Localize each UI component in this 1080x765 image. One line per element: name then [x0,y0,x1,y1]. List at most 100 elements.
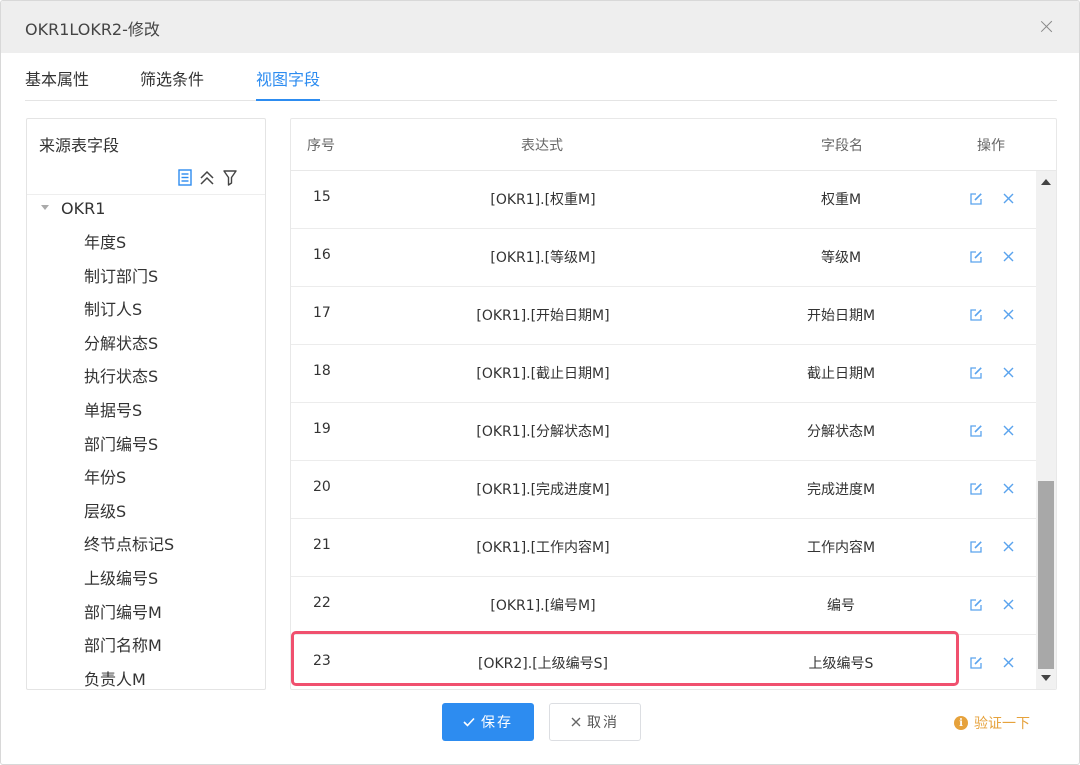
edit-icon[interactable] [969,656,983,670]
table-row[interactable]: 15 [OKR1].[权重M] 权重M [291,171,1036,229]
collapse-all-icon[interactable] [199,169,217,187]
cell-no: 21 [313,537,331,553]
tree-item[interactable]: 制订人S [84,297,174,331]
cell-field-name: 完成进度M [806,482,876,498]
dialog-title: OKR1LOKR2-修改 [25,20,160,39]
verify-link[interactable]: i 验证一下 [954,713,1030,733]
cancel-label: 取消 [587,715,619,731]
edit-icon[interactable] [969,366,983,380]
info-icon: i [954,716,968,730]
edit-icon[interactable] [969,308,983,322]
tree-item[interactable]: 部门编号S [84,432,174,466]
tree-item[interactable]: 部门名称M [84,633,174,667]
tree-item[interactable]: 部门编号M [84,600,174,634]
header-expression: 表达式 [521,138,563,154]
tree-item[interactable]: 层级S [84,499,174,533]
grid-header: 序号 表达式 字段名 操作 [291,119,1056,171]
tab-view-fields[interactable]: 视图字段 [256,66,321,101]
grid-rows: 15 [OKR1].[权重M] 权重M 16 [OKR1].[等级M] 等级M [291,171,1036,689]
cancel-button[interactable]: 取消 [549,703,641,741]
cell-no: 20 [313,479,331,495]
delete-icon[interactable] [1002,482,1015,495]
cell-no: 16 [313,247,331,263]
tree-item[interactable]: 执行状态S [84,364,174,398]
list-icon[interactable] [177,169,195,187]
cell-expression: [OKR1].[权重M] [490,192,596,208]
cell-no: 18 [313,363,331,379]
tree-item[interactable]: 终节点标记S [84,532,174,566]
filter-icon[interactable] [222,169,240,187]
close-icon [571,717,581,727]
cell-expression: [OKR1].[开始日期M] [476,308,610,324]
scroll-down-icon[interactable] [1041,675,1051,681]
cell-expression: [OKR1].[截止日期M] [476,366,610,382]
cell-expression: [OKR2].[上级编号S] [477,656,609,672]
tab-basic-properties[interactable]: 基本属性 [25,66,89,101]
delete-icon[interactable] [1002,250,1015,263]
source-field-list: 年度S 制订部门S 制订人S 分解状态S 执行状态S 单据号S 部门编号S 年份… [84,230,174,689]
scroll-thumb[interactable] [1038,481,1054,669]
delete-icon[interactable] [1002,656,1015,669]
table-row[interactable]: 21 [OKR1].[工作内容M] 工作内容M [291,519,1036,577]
edit-icon[interactable] [969,482,983,496]
cell-field-name: 权重M [820,192,862,208]
edit-icon[interactable] [969,424,983,438]
tab-bar: 基本属性 筛选条件 视图字段 [25,53,1057,101]
close-icon[interactable] [1037,17,1057,37]
cell-no: 22 [313,595,331,611]
save-button[interactable]: 保存 [442,703,534,741]
cell-field-name: 工作内容M [806,540,876,556]
tree-item[interactable]: 年度S [84,230,174,264]
cell-field-name: 分解状态M [806,424,876,440]
cell-field-name: 编号 [827,598,855,614]
cell-no: 15 [313,189,331,205]
scroll-up-icon[interactable] [1041,179,1051,185]
delete-icon[interactable] [1002,192,1015,205]
cell-expression: [OKR1].[分解状态M] [476,424,610,440]
edit-icon[interactable] [969,598,983,612]
caret-down-icon[interactable] [41,205,49,210]
tree-item[interactable]: 单据号S [84,398,174,432]
source-panel-title: 来源表字段 [39,136,120,155]
header-no: 序号 [307,138,335,154]
edit-icon[interactable] [969,540,983,554]
delete-icon[interactable] [1002,540,1015,553]
tree-root-node[interactable]: OKR1 [41,199,105,218]
delete-icon[interactable] [1002,366,1015,379]
check-icon [463,717,475,727]
verify-label: 验证一下 [974,716,1030,732]
header-operations: 操作 [977,138,1005,154]
table-row[interactable]: 20 [OKR1].[完成进度M] 完成进度M [291,461,1036,519]
delete-icon[interactable] [1002,424,1015,437]
table-row[interactable]: 16 [OKR1].[等级M] 等级M [291,229,1036,287]
tree-item[interactable]: 分解状态S [84,331,174,365]
edit-icon[interactable] [969,250,983,264]
delete-icon[interactable] [1002,308,1015,321]
edit-dialog: OKR1LOKR2-修改 基本属性 筛选条件 视图字段 来源表字段 OKR1 年… [0,0,1080,765]
cell-field-name: 等级M [820,250,862,266]
tree-item[interactable]: 负责人M [84,667,174,689]
delete-icon[interactable] [1002,598,1015,611]
vertical-scrollbar[interactable] [1036,171,1056,689]
cell-field-name: 截止日期M [806,366,876,382]
tree-item[interactable]: 上级编号S [84,566,174,600]
cell-expression: [OKR1].[完成进度M] [476,482,610,498]
table-row[interactable]: 18 [OKR1].[截止日期M] 截止日期M [291,345,1036,403]
tab-filter-conditions[interactable]: 筛选条件 [140,66,204,101]
divider [27,194,265,195]
header-field-name: 字段名 [821,138,863,154]
table-row[interactable]: 19 [OKR1].[分解状态M] 分解状态M [291,403,1036,461]
table-row[interactable]: 22 [OKR1].[编号M] 编号 [291,577,1036,635]
cell-field-name: 开始日期M [806,308,876,324]
table-row[interactable]: 17 [OKR1].[开始日期M] 开始日期M [291,287,1036,345]
tree-item[interactable]: 年份S [84,465,174,499]
table-row[interactable]: 23 [OKR2].[上级编号S] 上级编号S [291,635,1036,689]
dialog-titlebar: OKR1LOKR2-修改 [1,1,1079,53]
source-fields-panel: 来源表字段 OKR1 年度S 制订部门S 制订人S 分解状态S 执行状态S 单据… [26,118,266,690]
source-panel-toolbar [177,169,257,189]
tree-root-label: OKR1 [61,199,106,218]
tree-item[interactable]: 制订部门S [84,264,174,298]
cell-field-name: 上级编号S [808,656,874,672]
edit-icon[interactable] [969,192,983,206]
cell-no: 17 [313,305,331,321]
